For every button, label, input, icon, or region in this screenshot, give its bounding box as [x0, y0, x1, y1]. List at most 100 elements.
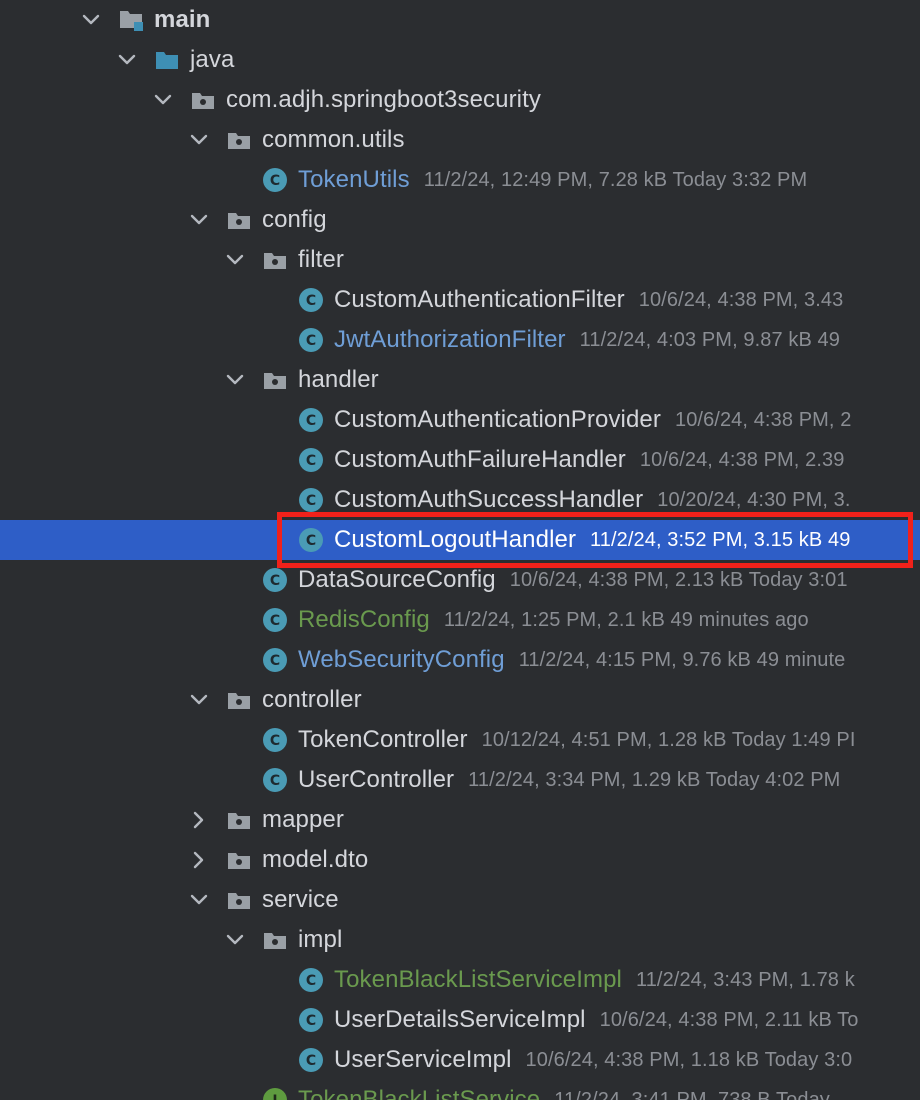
class-icon: C [298, 527, 324, 553]
tree-item-model-dto[interactable]: model.dto [0, 840, 920, 880]
tree-item-label: CustomAuthSuccessHandler [334, 486, 644, 513]
tree-item-filter[interactable]: filter [0, 240, 920, 280]
tree-item-customauthenticationfilter[interactable]: C CustomAuthenticationFilter 10/6/24, 4:38… [0, 280, 920, 320]
file-meta-info: 11/2/24, 3:41 PM, 738 B Today [554, 1088, 830, 1100]
tree-item-tokenblacklistservice[interactable]: I TokenBlackListService 11/2/24, 3:41 PM, … [0, 1080, 920, 1100]
package-icon [226, 207, 252, 233]
tree-item-label: controller [262, 686, 362, 713]
project-tree: main java com.adjh.springboot3security comm… [0, 0, 920, 1100]
chevron-down-icon[interactable] [188, 209, 210, 231]
chevron-down-icon[interactable] [80, 9, 102, 31]
file-meta-info: 10/6/24, 4:38 PM, 2 [674, 408, 852, 431]
file-meta-info: 10/6/24, 4:38 PM, 2.13 kB Today 3:01 [509, 568, 848, 591]
tree-item-label: java [190, 46, 235, 73]
chevron-right-icon[interactable] [188, 809, 210, 831]
class-icon: C [262, 167, 288, 193]
chevron-down-icon[interactable] [152, 89, 174, 111]
chevron-down-icon[interactable] [188, 689, 210, 711]
chevron-down-icon[interactable] [188, 129, 210, 151]
svg-text:C: C [306, 1013, 316, 1029]
tree-item-customauthfailurehandler[interactable]: C CustomAuthFailureHandler 10/6/24, 4:38 P… [0, 440, 920, 480]
file-meta-info: 10/6/24, 4:38 PM, 2.39 [639, 448, 845, 471]
class-icon: C [262, 567, 288, 593]
svg-text:C: C [270, 573, 280, 589]
svg-text:I: I [272, 1093, 277, 1100]
chevron-right-icon[interactable] [188, 849, 210, 871]
tree-item-com-adjh-springboot3security[interactable]: com.adjh.springboot3security [0, 80, 920, 120]
tree-item-usercontroller[interactable]: C UserController 11/2/24, 3:34 PM, 1.29 kB… [0, 760, 920, 800]
tree-item-label: CustomAuthenticationFilter [334, 286, 625, 313]
tree-item-label: main [154, 6, 211, 33]
tree-item-label: handler [298, 366, 379, 393]
tree-item-label: config [262, 206, 327, 233]
tree-item-label: UserServiceImpl [334, 1046, 512, 1073]
chevron-down-icon[interactable] [224, 929, 246, 951]
file-meta-info: 11/2/24, 3:43 PM, 1.78 k [635, 968, 855, 991]
tree-item-datasourceconfig[interactable]: C DataSourceConfig 10/6/24, 4:38 PM, 2.13 … [0, 560, 920, 600]
module-folder-icon [118, 7, 144, 33]
tree-item-impl[interactable]: impl [0, 920, 920, 960]
package-icon [190, 87, 216, 113]
svg-text:C: C [270, 773, 280, 789]
tree-item-customauthsuccesshandler[interactable]: C CustomAuthSuccessHandler 10/20/24, 4:30 … [0, 480, 920, 520]
tree-item-handler[interactable]: handler [0, 360, 920, 400]
tree-item-userserviceimpl[interactable]: C UserServiceImpl 10/6/24, 4:38 PM, 1.18 k… [0, 1040, 920, 1080]
tree-item-label: model.dto [262, 846, 369, 873]
chevron-down-icon[interactable] [188, 889, 210, 911]
tree-item-controller[interactable]: controller [0, 680, 920, 720]
interface-icon: I [262, 1087, 288, 1100]
svg-text:C: C [270, 613, 280, 629]
svg-text:C: C [306, 453, 316, 469]
tree-item-tokenutils[interactable]: C TokenUtils 11/2/24, 12:49 PM, 7.28 kB To… [0, 160, 920, 200]
tree-item-jwtauthorizationfilter[interactable]: C JwtAuthorizationFilter 11/2/24, 4:03 PM,… [0, 320, 920, 360]
chevron-down-icon[interactable] [224, 249, 246, 271]
tree-item-common-utils[interactable]: common.utils [0, 120, 920, 160]
package-icon [226, 847, 252, 873]
svg-text:C: C [270, 653, 280, 669]
package-icon [226, 887, 252, 913]
chevron-down-icon[interactable] [116, 49, 138, 71]
tree-item-redisconfig[interactable]: C RedisConfig 11/2/24, 1:25 PM, 2.1 kB 49 … [0, 600, 920, 640]
svg-text:C: C [306, 1053, 316, 1069]
tree-item-label: impl [298, 926, 343, 953]
class-icon: C [298, 327, 324, 353]
tree-item-mapper[interactable]: mapper [0, 800, 920, 840]
tree-item-main[interactable]: main [0, 0, 920, 40]
tree-item-config[interactable]: config [0, 200, 920, 240]
class-icon: C [298, 967, 324, 993]
tree-item-userdetailsserviceimpl[interactable]: C UserDetailsServiceImpl 10/6/24, 4:38 PM,… [0, 1000, 920, 1040]
tree-item-service[interactable]: service [0, 880, 920, 920]
tree-item-tokenblacklistserviceimpl[interactable]: C TokenBlackListServiceImpl 11/2/24, 3:43 … [0, 960, 920, 1000]
tree-item-customauthenticationprovider[interactable]: C CustomAuthenticationProvider 10/6/24, 4:… [0, 400, 920, 440]
chevron-down-icon[interactable] [224, 369, 246, 391]
tree-item-websecurityconfig[interactable]: C WebSecurityConfig 11/2/24, 4:15 PM, 9.76… [0, 640, 920, 680]
tree-item-java[interactable]: java [0, 40, 920, 80]
class-icon: C [298, 487, 324, 513]
tree-item-label: UserController [298, 766, 455, 793]
class-icon: C [298, 447, 324, 473]
tree-item-label: TokenBlackListService [298, 1086, 541, 1100]
tree-item-label: CustomLogoutHandler [334, 526, 577, 553]
tree-item-label: JwtAuthorizationFilter [334, 326, 566, 353]
package-icon [226, 687, 252, 713]
tree-item-label: com.adjh.springboot3security [226, 86, 541, 113]
tree-item-label: RedisConfig [298, 606, 430, 633]
tree-item-label: common.utils [262, 126, 405, 153]
tree-item-tokencontroller[interactable]: C TokenController 10/12/24, 4:51 PM, 1.28 … [0, 720, 920, 760]
svg-text:C: C [306, 533, 316, 549]
tree-item-label: service [262, 886, 339, 913]
package-icon [262, 247, 288, 273]
package-icon [262, 367, 288, 393]
tree-item-customlogouthandler[interactable]: C CustomLogoutHandler 11/2/24, 3:52 PM, 3.… [0, 520, 920, 560]
file-meta-info: 11/2/24, 4:15 PM, 9.76 kB 49 minute [518, 648, 846, 671]
class-icon: C [298, 287, 324, 313]
file-meta-info: 10/20/24, 4:30 PM, 3. [657, 488, 851, 511]
